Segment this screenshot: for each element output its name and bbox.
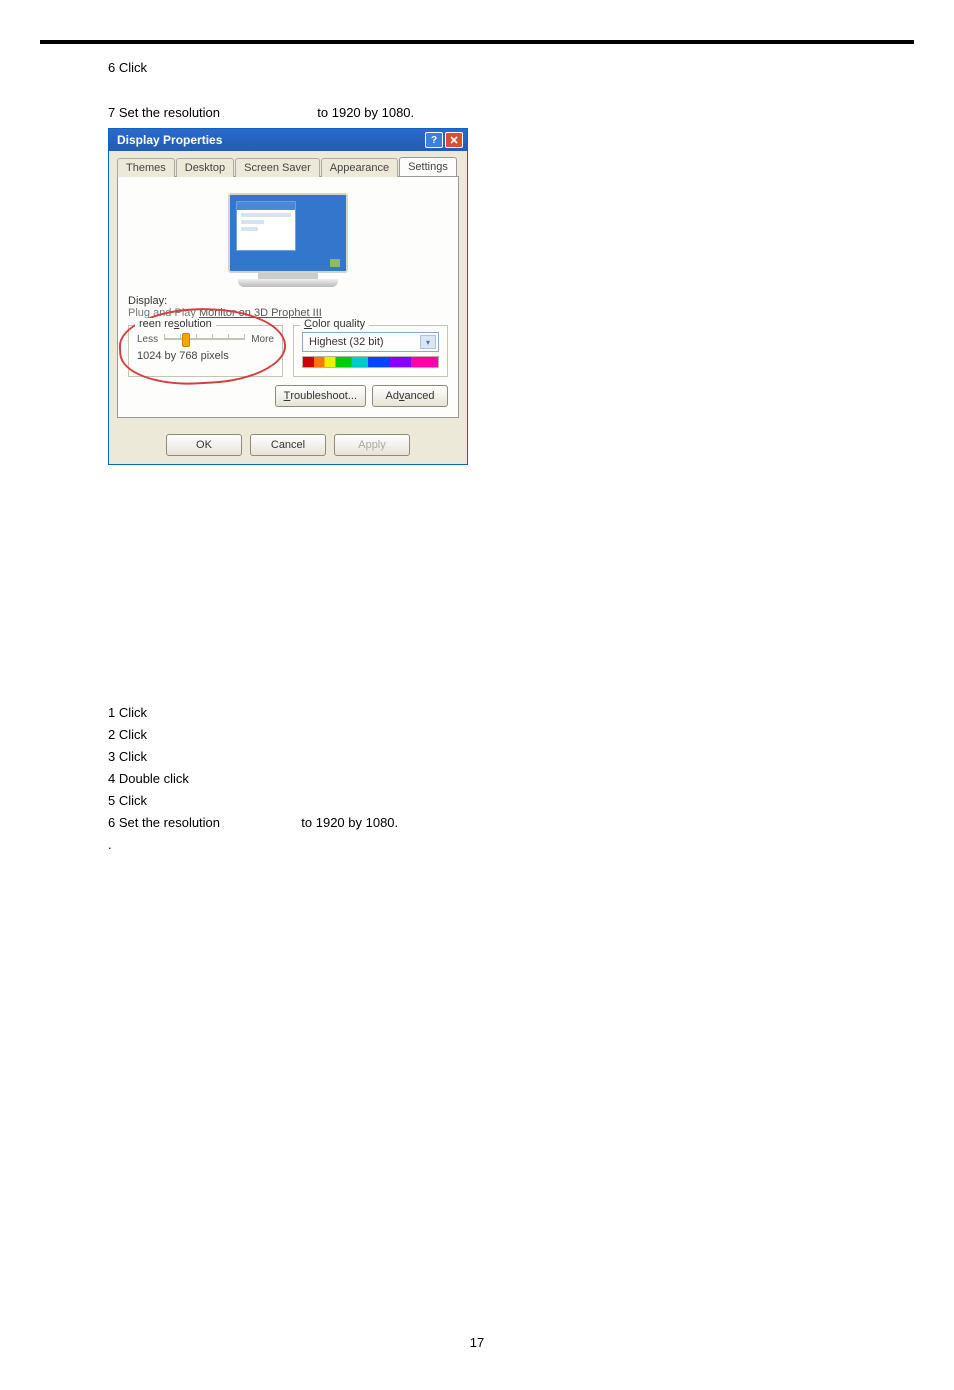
lower-step-1: 1 Click — [108, 705, 846, 720]
lower-step-6: 6 Set the resolution to 1920 by 1080. — [108, 815, 846, 830]
lower-step-3: 3 Click — [108, 749, 846, 764]
ok-button[interactable]: OK — [166, 434, 242, 456]
tab-themes[interactable]: Themes — [117, 158, 175, 177]
tab-appearance[interactable]: Appearance — [321, 158, 398, 177]
slider-less-label: Less — [137, 334, 158, 345]
dialog-titlebar[interactable]: Display Properties ? — [109, 129, 467, 151]
lower-step-5: 5 Click — [108, 793, 846, 808]
screen-resolution-group: reen resolution Less More 1024 by 768 pi… — [128, 325, 283, 377]
tabs: Themes Desktop Screen Saver Appearance S… — [117, 157, 459, 177]
lower-step-6-pre: 6 Set the resolution — [108, 815, 220, 830]
chevron-down-icon: ▾ — [420, 335, 436, 349]
advanced-button[interactable]: Advanced — [372, 385, 448, 407]
color-quality-legend: Color quality — [300, 318, 369, 330]
lower-step-6-post: to 1920 by 1080 — [301, 815, 394, 830]
tab-settings[interactable]: Settings — [399, 157, 457, 176]
monitor-preview — [228, 193, 348, 287]
apply-button[interactable]: Apply — [334, 434, 410, 456]
step-7-pre: 7 Set the resolution — [108, 105, 220, 120]
lower-step-4: 4 Double click — [108, 771, 846, 786]
screen-resolution-legend: reen resolution — [135, 318, 216, 330]
help-button[interactable]: ? — [425, 132, 443, 148]
lower-trailing-dot: . — [108, 837, 846, 852]
tab-desktop[interactable]: Desktop — [176, 158, 234, 177]
tab-screensaver[interactable]: Screen Saver — [235, 158, 320, 177]
step-7: 7 Set the resolution to 1920 by 1080. — [108, 105, 846, 120]
troubleshoot-button[interactable]: Troubleshoot... — [275, 385, 366, 407]
lower-step-2: 2 Click — [108, 727, 846, 742]
step-7-post: to 1920 by 1080. — [317, 105, 414, 120]
color-quality-select[interactable]: Highest (32 bit) ▾ — [302, 332, 439, 352]
display-properties-dialog: Display Properties ? Themes Desktop Scre… — [108, 128, 468, 465]
color-quality-value: Highest (32 bit) — [309, 336, 384, 348]
cancel-button[interactable]: Cancel — [250, 434, 326, 456]
close-button[interactable] — [445, 132, 463, 148]
slider-more-label: More — [251, 334, 274, 345]
slider-thumb[interactable] — [182, 333, 190, 347]
display-label: Display: Plug and Play Monitor on 3D Pro… — [128, 295, 448, 319]
resolution-slider[interactable] — [164, 332, 245, 346]
page-number: 17 — [0, 1335, 954, 1350]
resolution-value: 1024 by 768 pixels — [137, 350, 274, 362]
dialog-footer: OK Cancel Apply — [109, 426, 467, 464]
settings-panel: Display: Plug and Play Monitor on 3D Pro… — [117, 177, 459, 418]
step-6: 6 Click — [108, 60, 846, 75]
color-quality-group: Color quality Highest (32 bit) ▾ — [293, 325, 448, 377]
color-spectrum-bar — [302, 356, 439, 368]
resolution-slider-row: Less More — [137, 332, 274, 346]
lower-steps: 1 Click 2 Click 3 Click 4 Double click 5… — [108, 705, 846, 852]
dialog-title: Display Properties — [113, 133, 423, 147]
display-label-caption: Display: — [128, 295, 167, 307]
